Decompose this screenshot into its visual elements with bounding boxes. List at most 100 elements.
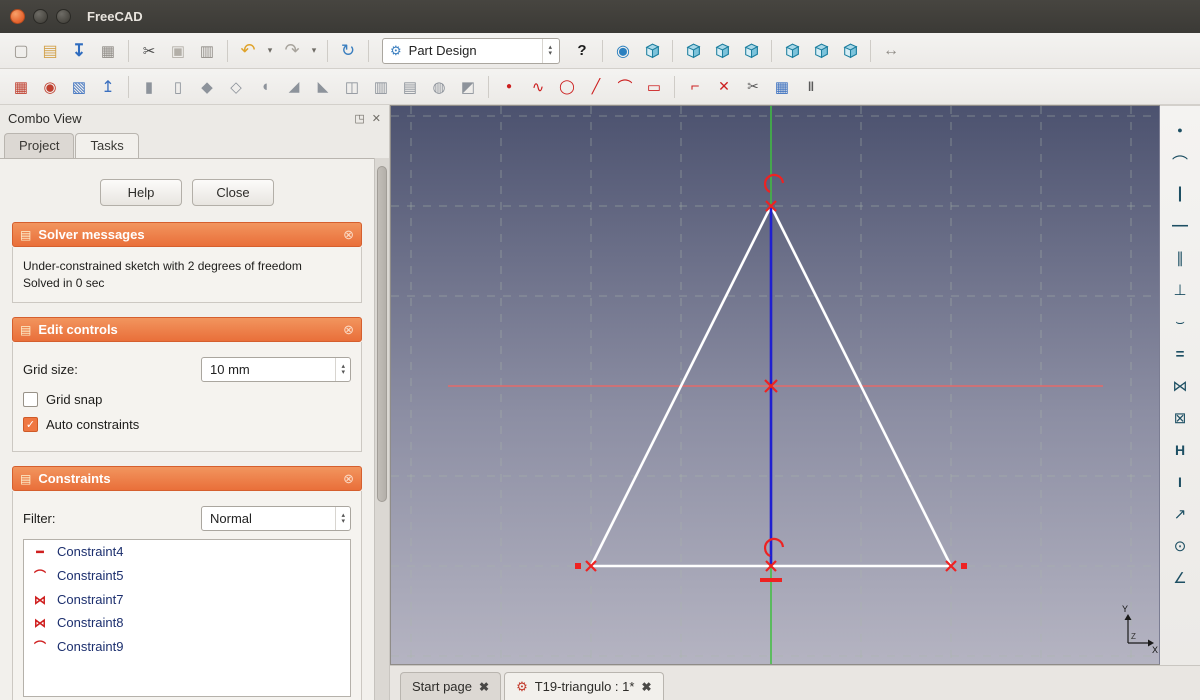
close-tab-icon[interactable]: ✖ [479, 680, 489, 694]
auto-constraints-checkbox[interactable]: ✓ [23, 417, 38, 432]
constraint-item[interactable]: ━Constraint4 [24, 540, 350, 563]
grid-size-spinner[interactable]: ▴ ▾ [335, 358, 350, 381]
map-sketch-icon[interactable]: ▧ [66, 74, 92, 100]
rear-view-icon[interactable] [779, 38, 805, 64]
constraints-header[interactable]: ▤ Constraints ⊗ [12, 466, 362, 491]
dock-close-icon[interactable]: ✕ [372, 112, 381, 125]
edit-controls-header[interactable]: ▤ Edit controls ⊗ [12, 317, 362, 342]
constraint-item[interactable]: ⋈Constraint8 [24, 611, 350, 634]
constrain-arc-icon[interactable]: ⌒ [1168, 150, 1192, 174]
tab-document[interactable]: ⚙ T19-triangulo : 1* ✖ [504, 672, 663, 700]
constrain-equal-icon[interactable]: = [1168, 342, 1192, 366]
collapse-icon[interactable]: ⊗ [343, 322, 354, 338]
chamfer-icon[interactable]: ◢ [281, 74, 307, 100]
collapse-icon[interactable]: ⊗ [343, 227, 354, 243]
open-file-icon[interactable]: ▤ [37, 38, 63, 64]
endpoint-marker[interactable] [575, 563, 581, 569]
window-close-button[interactable] [10, 9, 25, 24]
panel-scrollbar[interactable] [374, 158, 389, 700]
save-icon[interactable]: ↧ [66, 38, 92, 64]
window-titlebar[interactable]: FreeCAD [0, 0, 1200, 33]
tab-start-page[interactable]: Start page ✖ [400, 672, 501, 700]
tab-tasks[interactable]: Tasks [75, 133, 138, 158]
print-icon[interactable]: ▦ [95, 38, 121, 64]
pocket-icon[interactable]: ▯ [165, 74, 191, 100]
dock-float-icon[interactable]: ◳ [354, 112, 364, 125]
collapse-icon[interactable]: ⊗ [343, 471, 354, 487]
create-line-icon[interactable]: ╱ [583, 74, 609, 100]
front-view-icon[interactable] [680, 38, 706, 64]
top-view-icon[interactable] [709, 38, 735, 64]
redo-history-icon[interactable]: ▾ [308, 38, 320, 64]
draft-icon[interactable]: ◣ [310, 74, 336, 100]
dock-titlebar[interactable]: Combo View ◳ ✕ [0, 105, 389, 131]
constrain-parallel-icon[interactable]: ∥ [1168, 246, 1192, 270]
constrain-lock-icon[interactable]: ⊠ [1168, 406, 1192, 430]
constrain-horizontal-icon[interactable]: — [1168, 214, 1192, 238]
grid-snap-checkbox[interactable] [23, 392, 38, 407]
groove-icon[interactable]: ◇ [223, 74, 249, 100]
constrain-point-icon[interactable]: ● [1168, 118, 1192, 142]
grid-size-combo[interactable]: 10 mm ▴ ▾ [201, 357, 351, 382]
solver-messages-header[interactable]: ▤ Solver messages ⊗ [12, 222, 362, 247]
redo-icon[interactable]: ↷ [279, 38, 305, 64]
thickness-icon[interactable]: ◫ [339, 74, 365, 100]
create-rectangle-icon[interactable]: ▭ [641, 74, 667, 100]
whats-this-icon[interactable]: ? [569, 38, 595, 64]
help-button[interactable]: Help [100, 179, 182, 206]
create-point-icon[interactable]: ● [496, 74, 522, 100]
undo-history-icon[interactable]: ▾ [264, 38, 276, 64]
fillet-icon[interactable]: ◖ [252, 74, 278, 100]
pad-icon[interactable]: ▮ [136, 74, 162, 100]
select-elements-icon[interactable]: ‖ [798, 74, 824, 100]
fit-all-icon[interactable]: ◉ [610, 38, 636, 64]
multitransform-icon[interactable]: ◩ [455, 74, 481, 100]
constrain-h-distance-icon[interactable]: H [1168, 438, 1192, 462]
constrain-vertical-icon[interactable]: | [1168, 182, 1192, 206]
new-file-icon[interactable]: ▢ [8, 38, 34, 64]
filter-combo[interactable]: Normal ▴ ▾ [201, 506, 351, 531]
constraint-item[interactable]: ⋈Constraint7 [24, 588, 350, 611]
constrain-distance-icon[interactable]: ↗ [1168, 502, 1192, 526]
revolution-icon[interactable]: ◆ [194, 74, 220, 100]
refresh-icon[interactable]: ↻ [335, 38, 361, 64]
axonometric-view-icon[interactable] [639, 38, 665, 64]
horizontal-constraint-marker[interactable] [760, 578, 782, 582]
constrain-radius-icon[interactable]: ⊙ [1168, 534, 1192, 558]
constrain-perpendicular-icon[interactable]: ⊥ [1168, 278, 1192, 302]
window-maximize-button[interactable] [56, 9, 71, 24]
close-tab-icon[interactable]: ✖ [641, 680, 651, 694]
constraint-item[interactable]: ⌒Constraint9 [24, 634, 350, 659]
linear-pattern-icon[interactable]: ▤ [397, 74, 423, 100]
3d-viewport[interactable]: Y X Z [390, 105, 1160, 665]
constrain-v-distance-icon[interactable]: I [1168, 470, 1192, 494]
sketch-canvas[interactable]: Y X Z [391, 106, 1159, 664]
create-sketch-icon[interactable]: ▦ [8, 74, 34, 100]
trim-edge-icon[interactable]: ✕ [711, 74, 737, 100]
external-geometry-icon[interactable]: ✂ [740, 74, 766, 100]
constraint-item[interactable]: ⌒Constraint5 [24, 563, 350, 588]
close-button[interactable]: Close [192, 179, 274, 206]
constraint-list[interactable]: ━Constraint4⌒Constraint5⋈Constraint7⋈Con… [23, 539, 351, 697]
endpoint-marker[interactable] [961, 563, 967, 569]
constrain-tangent-icon[interactable]: ⌣ [1168, 310, 1192, 334]
copy-icon[interactable]: ▣ [165, 38, 191, 64]
create-circle-icon[interactable]: ◯ [554, 74, 580, 100]
scrollbar-thumb[interactable] [377, 166, 387, 502]
paste-icon[interactable]: ▥ [194, 38, 220, 64]
undo-icon[interactable]: ↶ [235, 38, 261, 64]
right-view-icon[interactable] [738, 38, 764, 64]
left-view-icon[interactable] [837, 38, 863, 64]
constrain-symmetric-icon[interactable]: ⋈ [1168, 374, 1192, 398]
constrain-angle-icon[interactable]: ∠ [1168, 566, 1192, 590]
measure-distance-icon[interactable]: ↔ [878, 38, 904, 64]
workbench-spinner[interactable]: ▴ ▾ [542, 39, 557, 63]
create-arc-icon[interactable]: ⌒ [612, 74, 638, 100]
create-polyline-icon[interactable]: ∿ [525, 74, 551, 100]
cut-icon[interactable]: ✂ [136, 38, 162, 64]
workbench-selector[interactable]: ⚙ Part Design ▴ ▾ [382, 38, 560, 64]
edit-sketch-icon[interactable]: ◉ [37, 74, 63, 100]
bottom-view-icon[interactable] [808, 38, 834, 64]
mirrored-icon[interactable]: ▥ [368, 74, 394, 100]
window-minimize-button[interactable] [33, 9, 48, 24]
